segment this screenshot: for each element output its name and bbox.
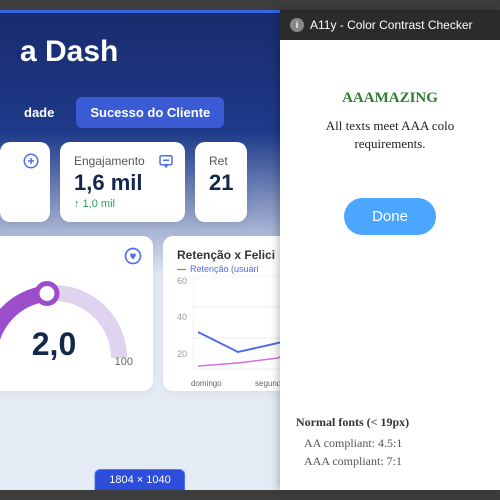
aa-line: AA compliant: 4.5:1 (296, 434, 484, 452)
panel-header: i A11y - Color Contrast Checker (280, 10, 500, 40)
x-tick: domingo (191, 379, 222, 388)
panel-title: A11y - Color Contrast Checker (310, 18, 473, 32)
chart-legend: Retenção (usuári (177, 264, 280, 274)
card-retention-cut[interactable]: Ret 21 (195, 142, 247, 222)
card-retention-chart[interactable]: Retenção x Felici Retenção (usuári 60 40… (163, 236, 280, 391)
tab-left[interactable]: dade (10, 97, 68, 128)
card-delta: ↑ 1,0 mil (74, 198, 171, 210)
a11y-panel: i A11y - Color Contrast Checker AAAMAZIN… (280, 10, 500, 490)
dashboard-pane: a Dash dade Sucesso do Cliente Engajamen… (0, 10, 280, 490)
card-prev[interactable] (0, 142, 50, 222)
y-tick: 60 (177, 276, 187, 286)
gauge-chart: 2,0 0 100 (0, 268, 139, 368)
done-button[interactable]: Done (344, 198, 436, 235)
card-label: Ret (209, 154, 233, 168)
result-heading: AAAMAZING (296, 90, 484, 107)
line-chart: 60 40 20 domingo segu (177, 276, 280, 386)
panel-footer: Normal fonts (< 19px) AA compliant: 4.5:… (280, 415, 500, 490)
chat-icon (157, 152, 175, 175)
x-tick: segunda-feira (255, 379, 280, 388)
viewport-size-pill[interactable]: 1804 × 1040 (94, 469, 185, 490)
tab-customer-success[interactable]: Sucesso do Cliente (76, 97, 224, 128)
info-icon: i (290, 18, 304, 32)
y-tick: 40 (177, 312, 187, 322)
footer-heading: Normal fonts (< 19px) (296, 415, 484, 430)
plus-icon (22, 152, 40, 175)
card-gauge[interactable]: ente 2,0 0 100 (0, 236, 153, 391)
card-engagement[interactable]: Engajamento 1,6 mil ↑ 1,0 mil (60, 142, 185, 222)
gauge-title: ente (0, 248, 139, 262)
tabs-row: dade Sucesso do Cliente (10, 97, 280, 128)
gauge-max: 100 (115, 356, 133, 368)
chart-title: Retenção x Felici (177, 248, 280, 262)
y-tick: 20 (177, 349, 187, 359)
result-message: All texts meet AAA colo requirements. (296, 117, 484, 153)
gauge-value: 2,0 (32, 326, 76, 363)
card-value: 21 (209, 170, 233, 196)
aaa-line: AAA compliant: 7:1 (296, 452, 484, 470)
page-title: a Dash (20, 13, 280, 69)
